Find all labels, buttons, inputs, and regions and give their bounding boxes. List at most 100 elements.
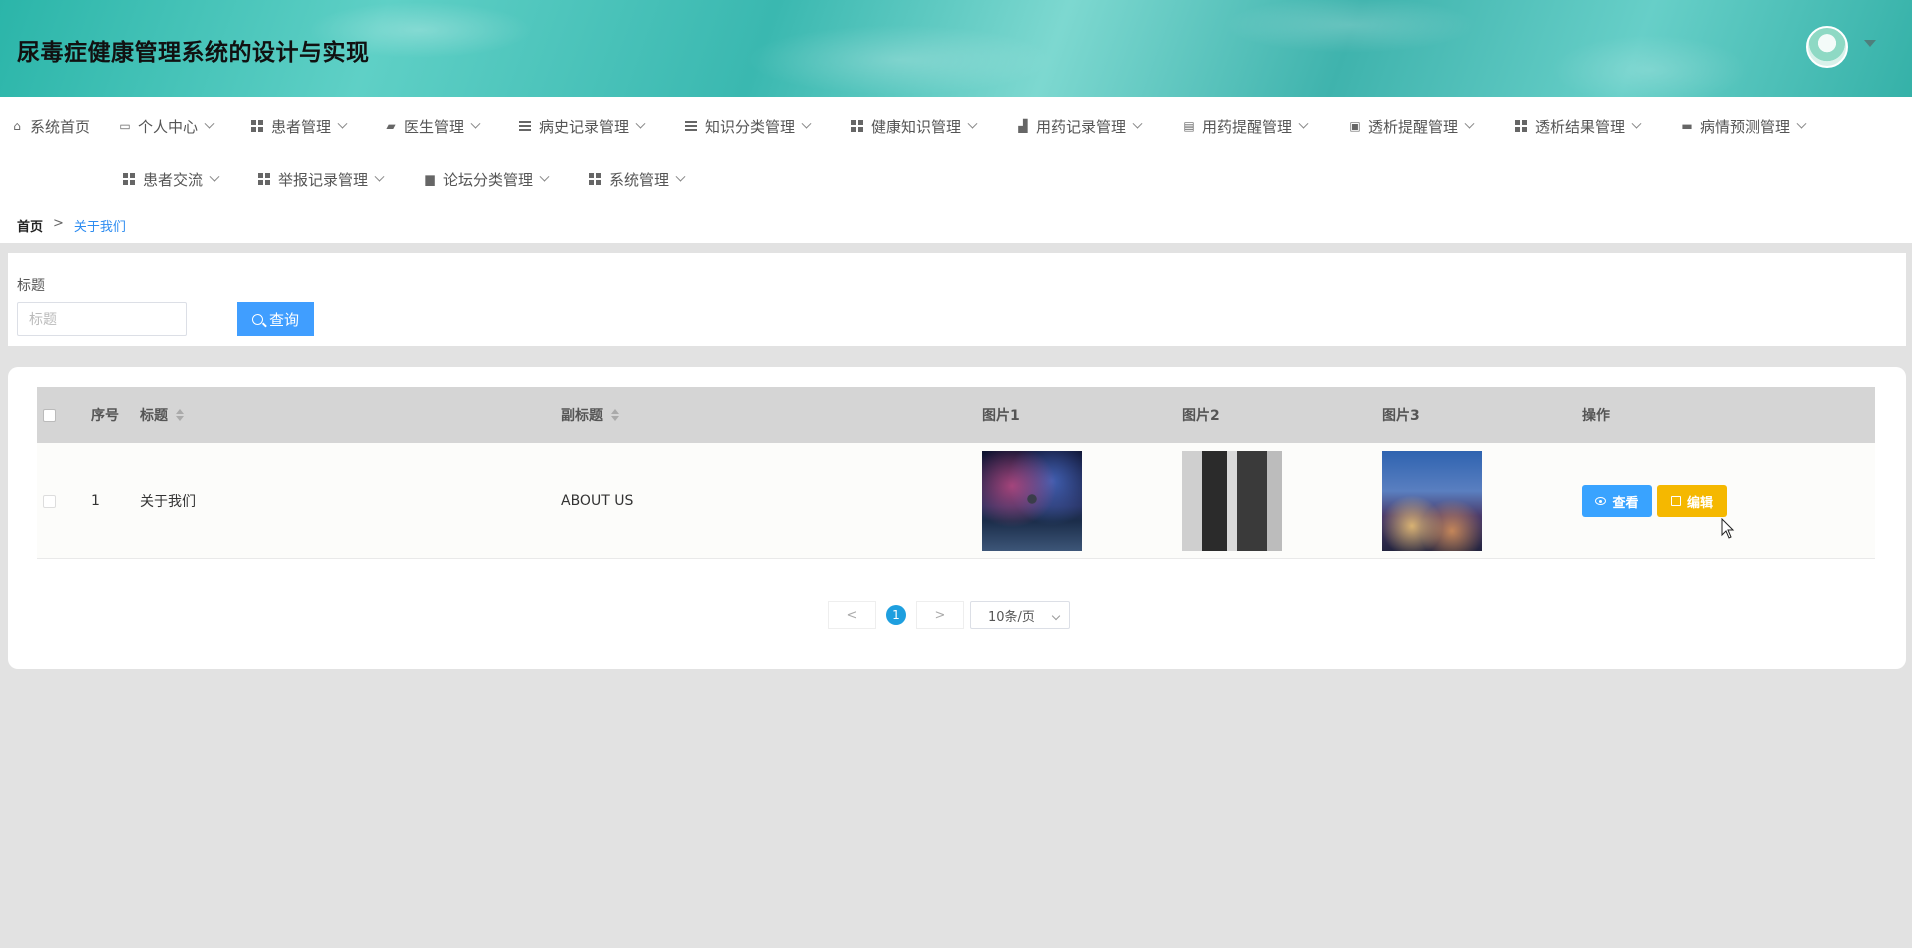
chevron-down-icon [967,118,978,129]
clipboard-x-icon: ▣ [1349,119,1361,133]
nav-item-knowledge-category[interactable]: 知识分类管理 [685,116,812,136]
breadcrumb-current: 关于我们 [73,220,126,235]
header-banner: 尿毒症健康管理系统的设计与实现 [0,0,1912,97]
image-thumbnail[interactable] [982,451,1082,551]
nav-item-home[interactable]: ⌂ 系统首页 [10,116,90,136]
query-button-label: 查询 [268,311,299,329]
chevron-down-icon [675,171,686,182]
briefcase-icon: ▰ [386,119,396,133]
query-button[interactable]: 查询 [237,302,314,336]
nav-item-prediction[interactable]: ▬ 病情预测管理 [1680,116,1807,136]
page-number-current[interactable]: 1 [886,605,906,625]
column-header-subtitle-label: 副标题 [561,408,603,424]
row-checkbox[interactable] [43,494,56,508]
prev-page-button[interactable]: < [828,601,876,629]
nav-item-medication-records[interactable]: ▟ 用药记录管理 [1016,116,1143,136]
column-header-title[interactable]: 标题 [140,387,184,443]
monitor-icon: ▬ [1681,119,1693,133]
nav-item-forum-category[interactable]: ▆ 论坛分类管理 [423,169,550,189]
nav-item-history[interactable]: 病史记录管理 [519,116,646,136]
column-header-image2: 图片2 [1182,408,1220,424]
nav-label: 系统首页 [30,117,91,136]
title-search-input[interactable] [17,302,187,336]
image-thumbnail[interactable] [1382,451,1482,551]
chevron-down-icon [1796,118,1807,129]
grid-icon [1515,120,1527,132]
chevron-down-icon [204,118,215,129]
nav-item-doctors[interactable]: ▰ 医生管理 [384,116,481,136]
nav-label: 用药提醒管理 [1202,117,1293,136]
nav-item-dialysis-results[interactable]: 透析结果管理 [1515,116,1642,136]
edit-icon [1670,496,1681,506]
row-image1-cell [982,443,1082,559]
search-panel: 标题 查询 [8,253,1906,346]
nav-label: 健康知识管理 [871,117,962,136]
column-header-subtitle[interactable]: 副标题 [561,387,619,443]
printer-icon: ▆ [425,172,435,186]
nav-label: 举报记录管理 [278,170,369,189]
sort-icon[interactable] [611,409,619,421]
chevron-down-icon [635,118,646,129]
column-header-image3: 图片3 [1382,408,1420,424]
sort-icon[interactable] [176,409,184,421]
chevron-down-icon [209,171,220,182]
nav-label: 论坛分类管理 [443,170,534,189]
nav-item-patient-exchange[interactable]: 患者交流 [123,169,220,189]
column-header-index: 序号 [91,408,119,424]
chevron-down-icon [1132,118,1143,129]
row-subtitle: ABOUT US [561,493,634,509]
clipboard-icon: ▤ [1183,119,1195,133]
chevron-down-icon [1631,118,1642,129]
select-all-checkbox[interactable] [43,408,56,422]
grid-icon [851,120,863,132]
view-button[interactable]: 查看 [1582,485,1652,517]
row-index: 1 [91,493,100,509]
nav-label: 医生管理 [404,117,465,136]
chevron-down-icon [374,171,385,182]
nav-label: 患者交流 [143,170,204,189]
nav-label: 透析结果管理 [1535,117,1626,136]
thumb-icon: ▟ [1018,119,1028,133]
chevron-down-icon [1298,118,1309,129]
nav-item-health-knowledge[interactable]: 健康知识管理 [851,116,978,136]
chevron-down-icon [1464,118,1475,129]
caret-down-icon[interactable] [1864,40,1876,47]
eye-icon [1595,497,1607,505]
nav-item-system[interactable]: 系统管理 [589,169,686,189]
row-select-cell [43,443,56,559]
nav-item-dialysis-reminders[interactable]: ▣ 透析提醒管理 [1348,116,1475,136]
breadcrumb-separator: > [53,216,64,231]
row-title: 关于我们 [140,494,196,510]
nav-item-reports[interactable]: 举报记录管理 [258,169,385,189]
chevron-down-icon [337,118,348,129]
nav-label: 患者管理 [271,117,332,136]
view-button-label: 查看 [1612,494,1639,510]
mouse-cursor-icon [1721,518,1735,539]
home-icon: ⌂ [13,119,21,133]
nav-item-profile[interactable]: ▭ 个人中心 [118,116,215,136]
column-header-title-label: 标题 [140,408,168,424]
table-header: 序号 标题 副标题 图片1 图片2 图片3 操作 [37,387,1875,443]
row-image2-cell [1182,443,1282,559]
column-header-actions: 操作 [1582,408,1610,424]
grid-icon [123,173,135,185]
top-nav: ⌂ 系统首页 ▭ 个人中心 患者管理 ▰ 医生管理 病史记录管理 知识分类管理 … [0,97,1912,243]
edit-button[interactable]: 编辑 [1657,485,1727,517]
next-page-button[interactable]: > [916,601,964,629]
image-thumbnail[interactable] [1182,451,1282,551]
edit-button-label: 编辑 [1686,494,1713,510]
select-all-cell [43,387,56,443]
app-title: 尿毒症健康管理系统的设计与实现 [17,40,370,66]
nav-item-patients[interactable]: 患者管理 [251,116,348,136]
breadcrumb-home[interactable]: 首页 [17,216,43,235]
row-image3-cell [1382,443,1482,559]
column-header-image1: 图片1 [982,408,1020,424]
nav-label: 系统管理 [609,170,670,189]
page-size-select[interactable]: 10条/页 [970,601,1070,629]
user-avatar[interactable] [1806,26,1848,68]
search-icon [251,313,263,325]
chevron-down-icon [539,171,550,182]
chevron-down-icon [470,118,481,129]
chevron-down-icon [801,118,812,129]
nav-item-medication-reminders[interactable]: ▤ 用药提醒管理 [1182,116,1309,136]
